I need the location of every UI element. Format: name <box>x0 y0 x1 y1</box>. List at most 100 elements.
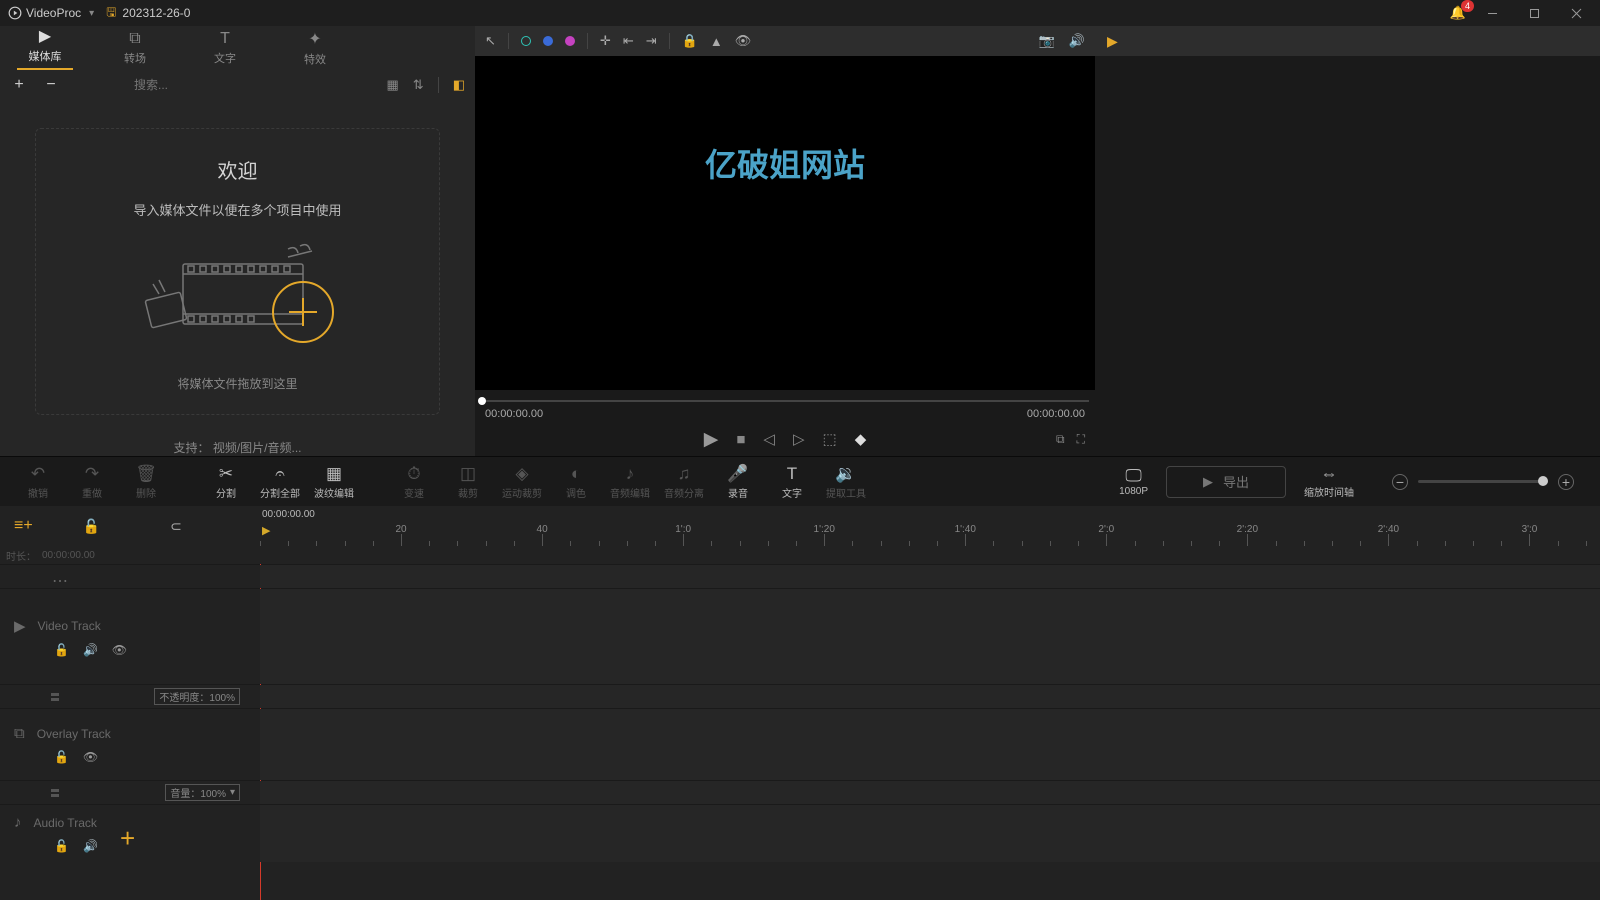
pip-icon[interactable]: ⧉ <box>1056 432 1065 447</box>
delete-button[interactable]: 🗑删除 <box>122 464 170 500</box>
inspector-panel: ▶ <box>1095 26 1600 456</box>
undo-button[interactable]: ↶撤销 <box>14 464 62 500</box>
speed-button[interactable]: ⏱变速 <box>390 464 438 500</box>
preview-time-total: 00:00:00.00 <box>1027 408 1085 420</box>
welcome-title: 欢迎 <box>56 155 419 184</box>
mark-in-button[interactable]: ⬚ <box>823 430 837 448</box>
track-mute-icon[interactable]: 🔊 <box>83 839 98 853</box>
split-all-button[interactable]: 𝄐分割全部 <box>256 464 304 500</box>
visibility-icon[interactable]: 👁 <box>735 33 752 49</box>
grid-view-icon[interactable]: ▦ <box>387 77 399 93</box>
grip-icon[interactable]: 〓 <box>50 785 60 800</box>
maximize-button[interactable] <box>1518 3 1550 23</box>
color-button[interactable]: ◐调色 <box>552 464 600 500</box>
preview-panel: ↖ ✛ ⇤ ⇥ 🔒 ▲ 👁 📷 🔊 <box>475 26 1095 456</box>
play-button[interactable]: ▶ <box>704 428 719 451</box>
notifications-button[interactable]: 🔔4 <box>1450 5 1466 21</box>
cursor-tool-icon[interactable]: ↖ <box>485 33 496 49</box>
video-track[interactable] <box>260 589 1600 684</box>
audio-edit-button[interactable]: ♪音频编辑 <box>606 464 654 500</box>
add-marker-button[interactable]: ◆ <box>855 430 867 448</box>
snap-left-icon[interactable]: ⇤ <box>623 33 634 49</box>
add-track-button[interactable]: ≡+ <box>14 517 33 535</box>
marker-magenta[interactable] <box>565 36 575 46</box>
zoom-in-button[interactable]: + <box>1558 474 1574 490</box>
overlay-track[interactable] <box>260 709 1600 780</box>
tab-transition[interactable]: ⧉ 转场 <box>90 30 180 66</box>
volume-tag[interactable]: 音量：100%▾ <box>165 784 240 801</box>
sort-icon[interactable]: ⇅ <box>413 77 424 93</box>
overlay-opacity-row: 〓 不透明度：100% <box>0 684 1600 708</box>
text-tool-button[interactable]: T文字 <box>768 464 816 500</box>
save-icon[interactable]: 🖫 <box>106 3 116 24</box>
marker-track[interactable] <box>260 565 1600 588</box>
prev-frame-button[interactable]: ◁ <box>763 430 775 448</box>
track-lock-icon[interactable]: 🔓 <box>54 839 69 853</box>
track-visibility-icon[interactable]: 👁 <box>83 750 98 764</box>
tab-effect[interactable]: ✦ 特效 <box>270 29 360 67</box>
minimize-button[interactable] <box>1476 3 1508 23</box>
app-menu[interactable]: VideoProc ▾ <box>8 6 94 20</box>
remove-media-button[interactable]: − <box>42 76 60 94</box>
record-button[interactable]: 🎤录音 <box>714 464 762 500</box>
extract-tool-button[interactable]: 🔉提取工具 <box>822 464 870 500</box>
add-media-button[interactable]: + <box>10 76 28 94</box>
welcome-subtitle: 导入媒体文件以便在多个项目中使用 <box>56 200 419 219</box>
tab-media[interactable]: ▶ 媒体库 <box>0 26 90 70</box>
scrub-handle[interactable] <box>478 397 486 405</box>
grip-icon[interactable]: 〓 <box>50 689 60 704</box>
crop-button[interactable]: ◫裁剪 <box>444 464 492 500</box>
marker-blue[interactable] <box>543 36 553 46</box>
safe-zone-icon[interactable]: ▲ <box>710 34 723 49</box>
snap-center-icon[interactable]: ✛ <box>600 33 611 49</box>
split-button[interactable]: ✂分割 <box>202 464 250 500</box>
track-lock-icon[interactable]: 🔓 <box>54 750 69 764</box>
opacity-tag[interactable]: 不透明度：100% <box>154 688 240 705</box>
next-frame-button[interactable]: ▷ <box>793 430 805 448</box>
resolution-button[interactable]: 🖵1080P <box>1119 466 1148 497</box>
inspector-toggle-icon[interactable]: ▶ <box>1107 33 1118 50</box>
chevron-down-icon: ▾ <box>89 8 94 19</box>
time-ruler[interactable]: 00:00:00.00 20401':01':201':402':02':202… <box>260 506 1600 546</box>
snap-right-icon[interactable]: ⇥ <box>646 33 657 49</box>
add-track-plus-icon[interactable]: + <box>120 823 135 854</box>
panel-toggle-icon[interactable]: ◧ <box>453 77 465 93</box>
zoom-slider[interactable] <box>1418 480 1548 483</box>
magnet-icon[interactable]: ⊂ <box>150 518 202 535</box>
app-logo-icon <box>8 6 22 20</box>
track-visibility-icon[interactable]: 👁 <box>112 643 127 657</box>
stop-button[interactable]: ■ <box>736 431 745 448</box>
lock-icon[interactable]: 🔒 <box>682 33 698 49</box>
ripple-edit-button[interactable]: ▦波纹编辑 <box>310 464 358 500</box>
track-mute-icon[interactable]: 🔊 <box>83 643 98 657</box>
fit-timeline-button[interactable]: ⇔缩放时间轴 <box>1304 464 1354 499</box>
overlay-track-icon: ⧉ <box>14 725 25 742</box>
video-preview[interactable] <box>475 56 1095 390</box>
track-lock-icon[interactable]: 🔓 <box>54 643 69 657</box>
tab-text[interactable]: T 文字 <box>180 30 270 66</box>
preview-scrubber[interactable] <box>475 396 1095 406</box>
close-button[interactable] <box>1560 3 1592 23</box>
video-track-icon: ▶ <box>14 617 26 635</box>
duration-label: 时长： <box>6 548 36 563</box>
marker-colors <box>521 36 575 46</box>
panel-tabs: ▶ 媒体库 ⧉ 转场 T 文字 ✦ 特效 <box>0 26 475 70</box>
track-menu-icon[interactable]: ⋯ <box>52 571 70 591</box>
motion-crop-button[interactable]: ◈运动裁剪 <box>498 464 546 500</box>
marker-cyan[interactable] <box>521 36 531 46</box>
audio-track[interactable] <box>260 805 1600 862</box>
export-button[interactable]: ▶导出 <box>1166 466 1286 498</box>
snapshot-icon[interactable]: 📷 <box>1039 33 1055 49</box>
redo-button[interactable]: ↷重做 <box>68 464 116 500</box>
media-drop-zone[interactable]: 欢迎 导入媒体文件以便在多个项目中使用 <box>35 128 440 415</box>
audio-separate-button[interactable]: ♫音频分离 <box>660 464 708 500</box>
supported-formats: 支持： 视频/图片/音频... <box>0 439 475 456</box>
title-bar: VideoProc ▾ 🖫 202312-26-0 🔔4 <box>0 0 1600 26</box>
zoom-knob[interactable] <box>1538 476 1548 486</box>
zoom-out-button[interactable]: − <box>1392 474 1408 490</box>
mute-icon[interactable]: 🔊 <box>1069 33 1085 49</box>
media-search-input[interactable] <box>134 78 363 92</box>
duration-value: 00:00:00.00 <box>42 550 95 561</box>
lock-all-icon[interactable]: 🔓 <box>63 518 120 535</box>
fullscreen-icon[interactable]: ⛶ <box>1077 432 1085 447</box>
